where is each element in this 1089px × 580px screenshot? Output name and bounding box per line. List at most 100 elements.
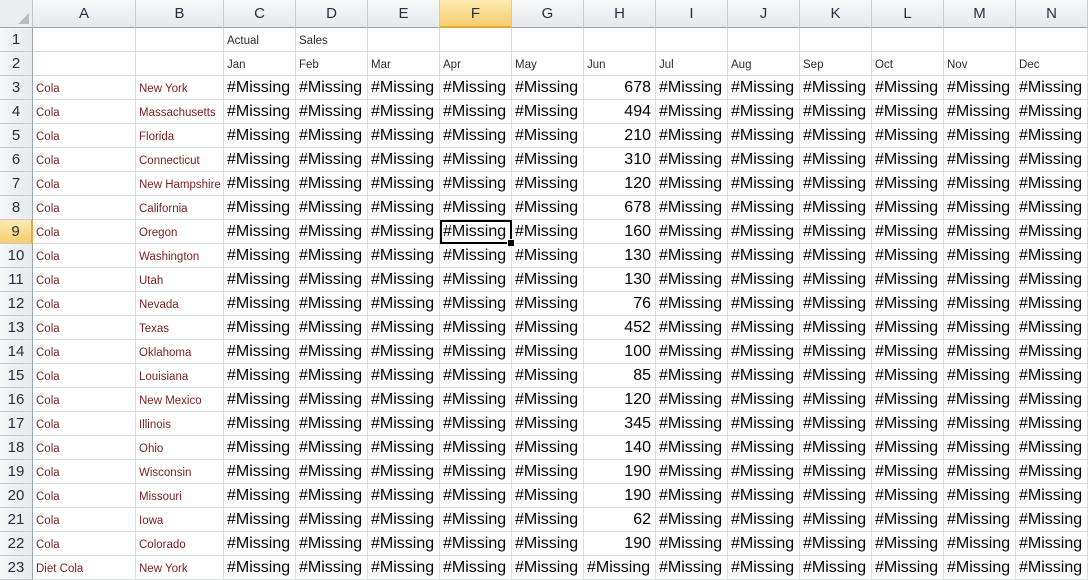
cell-d6[interactable]: #Missing <box>296 148 368 172</box>
row-header-3[interactable]: 3 <box>0 76 33 100</box>
cell-l2[interactable]: Oct <box>872 52 944 76</box>
cell-d23[interactable]: #Missing <box>296 556 368 580</box>
cell-c17[interactable]: #Missing <box>224 412 296 436</box>
cell-m11[interactable]: #Missing <box>944 268 1016 292</box>
cell-k13[interactable]: #Missing <box>800 316 872 340</box>
cell-a12[interactable]: Cola <box>33 292 136 316</box>
cell-j8[interactable]: #Missing <box>728 196 800 220</box>
cell-l10[interactable]: #Missing <box>872 244 944 268</box>
cell-b21[interactable]: Iowa <box>136 508 224 532</box>
cell-k19[interactable]: #Missing <box>800 460 872 484</box>
cell-g1[interactable] <box>512 28 584 52</box>
cell-k15[interactable]: #Missing <box>800 364 872 388</box>
cell-n18[interactable]: #Missing <box>1016 436 1088 460</box>
column-header-n[interactable]: N <box>1016 0 1088 28</box>
cell-k16[interactable]: #Missing <box>800 388 872 412</box>
cell-d5[interactable]: #Missing <box>296 124 368 148</box>
cell-b14[interactable]: Oklahoma <box>136 340 224 364</box>
cell-b17[interactable]: Illinois <box>136 412 224 436</box>
cell-h10[interactable]: 130 <box>584 244 656 268</box>
cell-d22[interactable]: #Missing <box>296 532 368 556</box>
cell-n17[interactable]: #Missing <box>1016 412 1088 436</box>
cell-m6[interactable]: #Missing <box>944 148 1016 172</box>
cell-c18[interactable]: #Missing <box>224 436 296 460</box>
cell-h7[interactable]: 120 <box>584 172 656 196</box>
column-header-f[interactable]: F <box>440 0 512 28</box>
select-all-corner[interactable] <box>0 0 33 28</box>
cell-m5[interactable]: #Missing <box>944 124 1016 148</box>
cell-g9[interactable]: #Missing <box>512 220 584 244</box>
cell-n22[interactable]: #Missing <box>1016 532 1088 556</box>
cell-i21[interactable]: #Missing <box>656 508 728 532</box>
cell-l5[interactable]: #Missing <box>872 124 944 148</box>
cell-d20[interactable]: #Missing <box>296 484 368 508</box>
cell-f12[interactable]: #Missing <box>440 292 512 316</box>
cell-l4[interactable]: #Missing <box>872 100 944 124</box>
cell-a7[interactable]: Cola <box>33 172 136 196</box>
cell-a15[interactable]: Cola <box>33 364 136 388</box>
cell-f20[interactable]: #Missing <box>440 484 512 508</box>
cell-d8[interactable]: #Missing <box>296 196 368 220</box>
cell-g21[interactable]: #Missing <box>512 508 584 532</box>
cell-d19[interactable]: #Missing <box>296 460 368 484</box>
cell-e5[interactable]: #Missing <box>368 124 440 148</box>
cell-g20[interactable]: #Missing <box>512 484 584 508</box>
row-header-21[interactable]: 21 <box>0 508 33 532</box>
row-header-12[interactable]: 12 <box>0 292 33 316</box>
cell-g8[interactable]: #Missing <box>512 196 584 220</box>
cell-k5[interactable]: #Missing <box>800 124 872 148</box>
cell-k9[interactable]: #Missing <box>800 220 872 244</box>
cell-k20[interactable]: #Missing <box>800 484 872 508</box>
cell-a21[interactable]: Cola <box>33 508 136 532</box>
cell-j10[interactable]: #Missing <box>728 244 800 268</box>
cell-f3[interactable]: #Missing <box>440 76 512 100</box>
cell-k21[interactable]: #Missing <box>800 508 872 532</box>
cell-h12[interactable]: 76 <box>584 292 656 316</box>
cell-n5[interactable]: #Missing <box>1016 124 1088 148</box>
cell-m18[interactable]: #Missing <box>944 436 1016 460</box>
cell-l1[interactable] <box>872 28 944 52</box>
cell-m8[interactable]: #Missing <box>944 196 1016 220</box>
cell-c19[interactable]: #Missing <box>224 460 296 484</box>
row-header-14[interactable]: 14 <box>0 340 33 364</box>
cell-c22[interactable]: #Missing <box>224 532 296 556</box>
cell-h16[interactable]: 120 <box>584 388 656 412</box>
cell-m1[interactable] <box>944 28 1016 52</box>
cell-g7[interactable]: #Missing <box>512 172 584 196</box>
column-header-m[interactable]: M <box>944 0 1016 28</box>
cell-j17[interactable]: #Missing <box>728 412 800 436</box>
cell-j3[interactable]: #Missing <box>728 76 800 100</box>
cell-i17[interactable]: #Missing <box>656 412 728 436</box>
cell-i1[interactable] <box>656 28 728 52</box>
cell-g15[interactable]: #Missing <box>512 364 584 388</box>
cell-j1[interactable] <box>728 28 800 52</box>
cell-h1[interactable] <box>584 28 656 52</box>
cell-j5[interactable]: #Missing <box>728 124 800 148</box>
spreadsheet-grid[interactable]: ABCDEFGHIJKLMN 1 Actual Sales 2 Jan Feb Mar Apr… <box>0 0 1089 580</box>
cell-n23[interactable]: #Missing <box>1016 556 1088 580</box>
cell-g5[interactable]: #Missing <box>512 124 584 148</box>
cell-i5[interactable]: #Missing <box>656 124 728 148</box>
cell-j11[interactable]: #Missing <box>728 268 800 292</box>
cell-n1[interactable] <box>1016 28 1088 52</box>
cell-d2[interactable]: Feb <box>296 52 368 76</box>
cell-d4[interactable]: #Missing <box>296 100 368 124</box>
cell-i10[interactable]: #Missing <box>656 244 728 268</box>
cell-a6[interactable]: Cola <box>33 148 136 172</box>
cell-e7[interactable]: #Missing <box>368 172 440 196</box>
cell-n14[interactable]: #Missing <box>1016 340 1088 364</box>
cell-l17[interactable]: #Missing <box>872 412 944 436</box>
cell-b12[interactable]: Nevada <box>136 292 224 316</box>
cell-l9[interactable]: #Missing <box>872 220 944 244</box>
cell-f1[interactable] <box>440 28 512 52</box>
cell-e1[interactable] <box>368 28 440 52</box>
cell-j15[interactable]: #Missing <box>728 364 800 388</box>
cell-m16[interactable]: #Missing <box>944 388 1016 412</box>
cell-c9[interactable]: #Missing <box>224 220 296 244</box>
cell-c13[interactable]: #Missing <box>224 316 296 340</box>
cell-g14[interactable]: #Missing <box>512 340 584 364</box>
cell-c12[interactable]: #Missing <box>224 292 296 316</box>
cell-e21[interactable]: #Missing <box>368 508 440 532</box>
cell-k17[interactable]: #Missing <box>800 412 872 436</box>
cell-n19[interactable]: #Missing <box>1016 460 1088 484</box>
